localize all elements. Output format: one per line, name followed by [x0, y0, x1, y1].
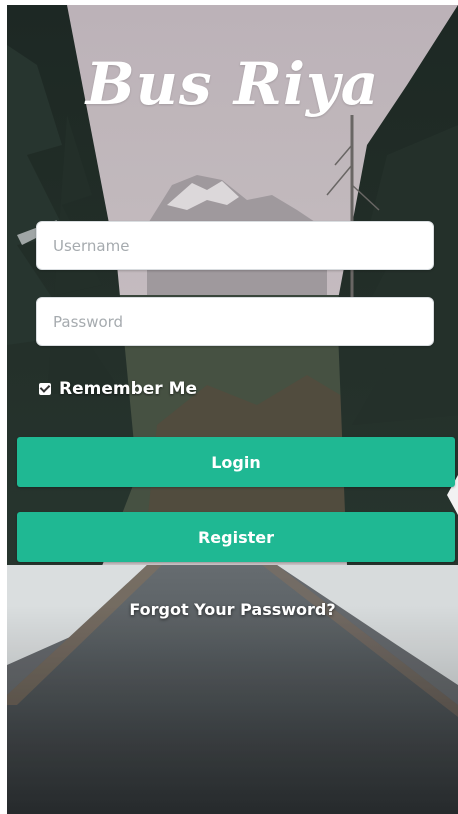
password-input[interactable] [36, 297, 434, 346]
login-button-label: Login [211, 452, 261, 472]
app-title: Bus Riya [85, 50, 380, 118]
checkbox-checked-icon[interactable] [39, 383, 51, 395]
forgot-password-link[interactable]: Forgot Your Password? [7, 600, 458, 619]
login-screen: Bus Riya Remember Me Login Register Forg… [7, 5, 458, 814]
remember-me-label: Remember Me [59, 379, 198, 399]
register-button[interactable]: Register [17, 512, 455, 562]
username-input[interactable] [36, 221, 434, 270]
login-button[interactable]: Login [17, 437, 455, 487]
remember-me-checkbox[interactable]: Remember Me [39, 379, 197, 399]
register-button-label: Register [197, 527, 275, 547]
background-image [7, 5, 458, 814]
